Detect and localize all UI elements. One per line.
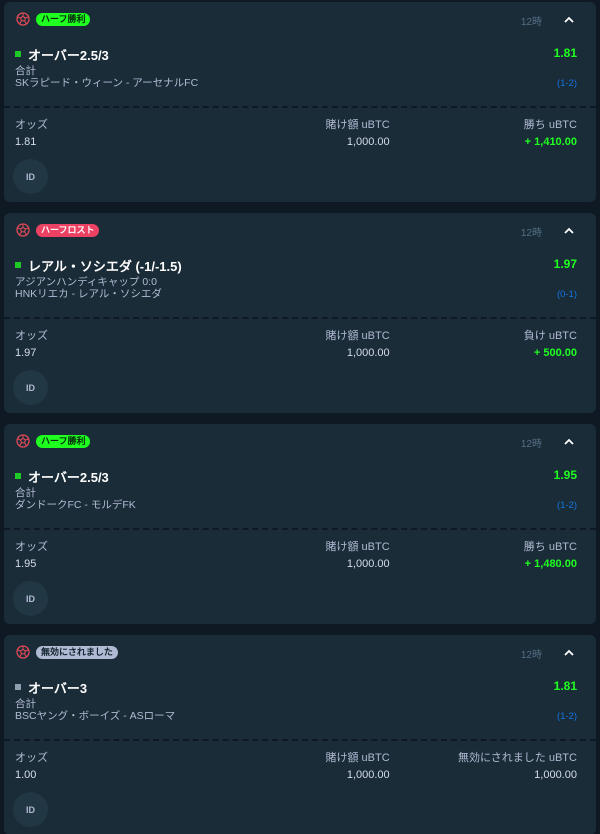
bet-stats: オッズ 1.81 賭け額 uBTC 1,000.00 勝ち uBTC + 1,4…	[4, 108, 596, 156]
bet-id-button[interactable]: ID	[13, 581, 48, 616]
selection-name: オーバー2.5/3	[28, 47, 109, 63]
bet-id-button[interactable]: ID	[13, 159, 48, 194]
stake-value: 1,000.00	[346, 558, 390, 570]
stake-value: 1,000.00	[346, 769, 390, 781]
bet-id-button[interactable]: ID	[13, 792, 48, 827]
status-dot	[15, 684, 21, 690]
result-label: 勝ち uBTC	[523, 119, 577, 131]
status-badge: ハーフ勝利	[36, 434, 91, 448]
status-badge: ハーフ勝利	[36, 12, 91, 26]
bet-card: ハーフ勝利 12時 オーバー2.5/3 1.95 合計 ダンドークFC - モル…	[4, 424, 596, 624]
match-link[interactable]: ダンドークFC - モルデFK	[15, 499, 586, 511]
bet-stats: オッズ 1.97 賭け額 uBTC 1,000.00 負け uBTC + 500…	[4, 319, 596, 367]
bet-card-header[interactable]: ハーフロスト 12時	[4, 213, 596, 247]
bet-id-button[interactable]: ID	[13, 370, 48, 405]
bet-card-header[interactable]: ハーフ勝利 12時	[4, 424, 596, 458]
selection-odds: 1.95	[553, 468, 577, 482]
bet-time: 12時	[520, 650, 542, 661]
bet-time: 12時	[520, 439, 542, 450]
chevron-up-icon[interactable]	[562, 645, 576, 659]
bet-card-header[interactable]: 無効にされました 12時	[4, 635, 596, 669]
bet-card: 無効にされました 12時 オーバー3 1.81 合計 BSCヤング・ボーイズ -…	[4, 635, 596, 834]
stake-label: 賭け額 uBTC	[325, 119, 390, 131]
selection-name: オーバー3	[28, 680, 88, 696]
stake-label: 賭け額 uBTC	[325, 330, 390, 342]
soccer-ball-icon	[15, 11, 31, 27]
match-link[interactable]: SKラピード・ウィーン - アーセナルFC	[15, 77, 586, 89]
odds-value: 1.97	[15, 347, 37, 359]
soccer-ball-icon	[15, 433, 31, 449]
soccer-ball-icon	[15, 644, 31, 660]
chevron-up-icon[interactable]	[562, 223, 576, 237]
selection-odds: 1.97	[553, 257, 577, 271]
status-dot	[15, 51, 21, 57]
soccer-ball-icon	[15, 222, 31, 238]
status-badge: ハーフロスト	[36, 223, 100, 237]
bet-selection: オーバー3 1.81 合計 BSCヤング・ボーイズ - ASローマ (1-2)	[4, 669, 596, 739]
bet-card: ハーフロスト 12時 レアル・ソシエダ (-1/-1.5) 1.97 アジアンハ…	[4, 213, 596, 413]
bet-list: ハーフ勝利 12時 オーバー2.5/3 1.81 合計 SKラピード・ウィーン …	[0, 2, 600, 834]
bet-stats: オッズ 1.00 賭け額 uBTC 1,000.00 無効にされました uBTC…	[4, 741, 596, 789]
market-name: 合計	[15, 65, 36, 77]
bet-selection: レアル・ソシエダ (-1/-1.5) 1.97 アジアンハンディキャップ 0:0…	[4, 247, 596, 317]
match-score: (0-1)	[556, 289, 577, 300]
chevron-up-icon[interactable]	[562, 12, 576, 26]
selection-name: オーバー2.5/3	[28, 469, 109, 485]
bet-time: 12時	[520, 228, 542, 239]
match-link[interactable]: BSCヤング・ボーイズ - ASローマ	[15, 710, 586, 722]
bet-stats: オッズ 1.95 賭け額 uBTC 1,000.00 勝ち uBTC + 1,4…	[4, 530, 596, 578]
odds-value: 1.00	[15, 769, 37, 781]
result-label: 負け uBTC	[523, 330, 577, 342]
result-value: + 500.00	[533, 347, 577, 359]
market-name: 合計	[15, 487, 36, 499]
odds-label: オッズ	[15, 752, 48, 764]
result-label: 無効にされました uBTC	[458, 752, 577, 764]
match-score: (1-2)	[556, 500, 577, 511]
stake-value: 1,000.00	[346, 136, 390, 148]
match-link[interactable]: HNKリエカ - レアル・ソシエダ	[15, 288, 586, 300]
stake-label: 賭け額 uBTC	[325, 541, 390, 553]
result-value: 1,000.00	[534, 769, 577, 781]
bet-card-header[interactable]: ハーフ勝利 12時	[4, 2, 596, 36]
status-badge: 無効にされました	[36, 645, 118, 659]
result-value: + 1,480.00	[524, 558, 577, 570]
stake-value: 1,000.00	[346, 347, 390, 359]
selection-odds: 1.81	[553, 679, 577, 693]
result-value: + 1,410.00	[524, 136, 577, 148]
odds-label: オッズ	[15, 541, 48, 553]
market-name: 合計	[15, 698, 36, 710]
bet-selection: オーバー2.5/3 1.81 合計 SKラピード・ウィーン - アーセナルFC …	[4, 36, 596, 106]
selection-odds: 1.81	[553, 46, 577, 60]
match-score: (1-2)	[556, 711, 577, 722]
bet-time: 12時	[520, 17, 542, 28]
bet-selection: オーバー2.5/3 1.95 合計 ダンドークFC - モルデFK (1-2)	[4, 458, 596, 528]
odds-label: オッズ	[15, 119, 48, 131]
odds-value: 1.81	[15, 136, 37, 148]
stake-label: 賭け額 uBTC	[325, 752, 390, 764]
result-label: 勝ち uBTC	[523, 541, 577, 553]
bet-card: ハーフ勝利 12時 オーバー2.5/3 1.81 合計 SKラピード・ウィーン …	[4, 2, 596, 202]
selection-name: レアル・ソシエダ (-1/-1.5)	[28, 258, 182, 274]
odds-label: オッズ	[15, 330, 48, 342]
odds-value: 1.95	[15, 558, 37, 570]
market-name: アジアンハンディキャップ 0:0	[15, 276, 157, 288]
match-score: (1-2)	[556, 78, 577, 89]
chevron-up-icon[interactable]	[562, 434, 576, 448]
status-dot	[15, 262, 21, 268]
status-dot	[15, 473, 21, 479]
